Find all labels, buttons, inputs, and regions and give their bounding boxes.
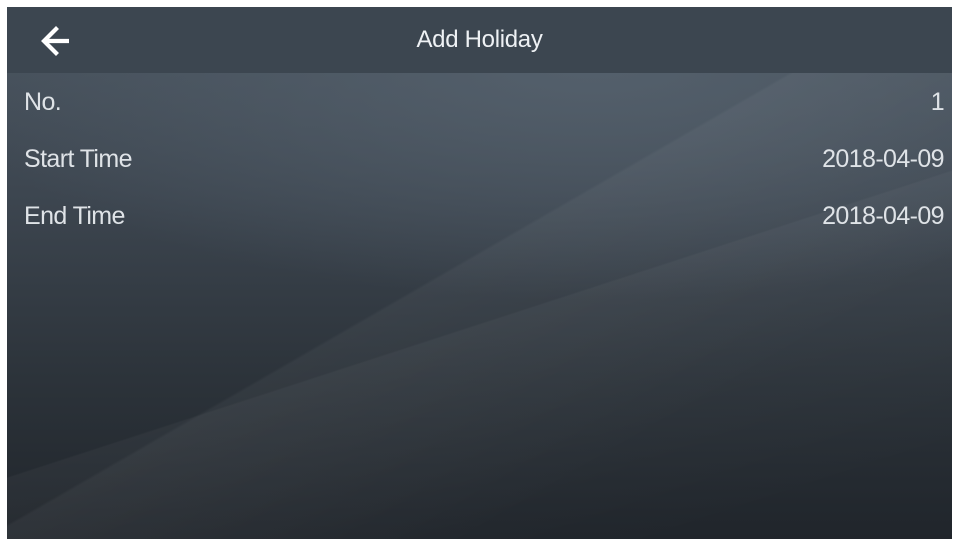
row-start-time[interactable]: Start Time 2018-04-09 <box>7 131 952 187</box>
header-bar: Add Holiday <box>7 7 952 73</box>
end-time-label: End Time <box>24 202 125 230</box>
add-holiday-screen: Add Holiday No. 1 Start Time 2018-04-09 … <box>7 7 952 539</box>
start-time-value: 2018-04-09 <box>822 145 944 173</box>
row-number[interactable]: No. 1 <box>7 74 952 130</box>
number-value: 1 <box>930 88 945 116</box>
row-end-time[interactable]: End Time 2018-04-09 <box>7 188 952 244</box>
page-title: Add Holiday <box>416 26 543 53</box>
arrow-left-icon <box>41 26 69 56</box>
back-button[interactable] <box>35 21 75 61</box>
end-time-value: 2018-04-09 <box>822 202 944 230</box>
start-time-label: Start Time <box>24 145 133 173</box>
number-label: No. <box>24 88 62 116</box>
